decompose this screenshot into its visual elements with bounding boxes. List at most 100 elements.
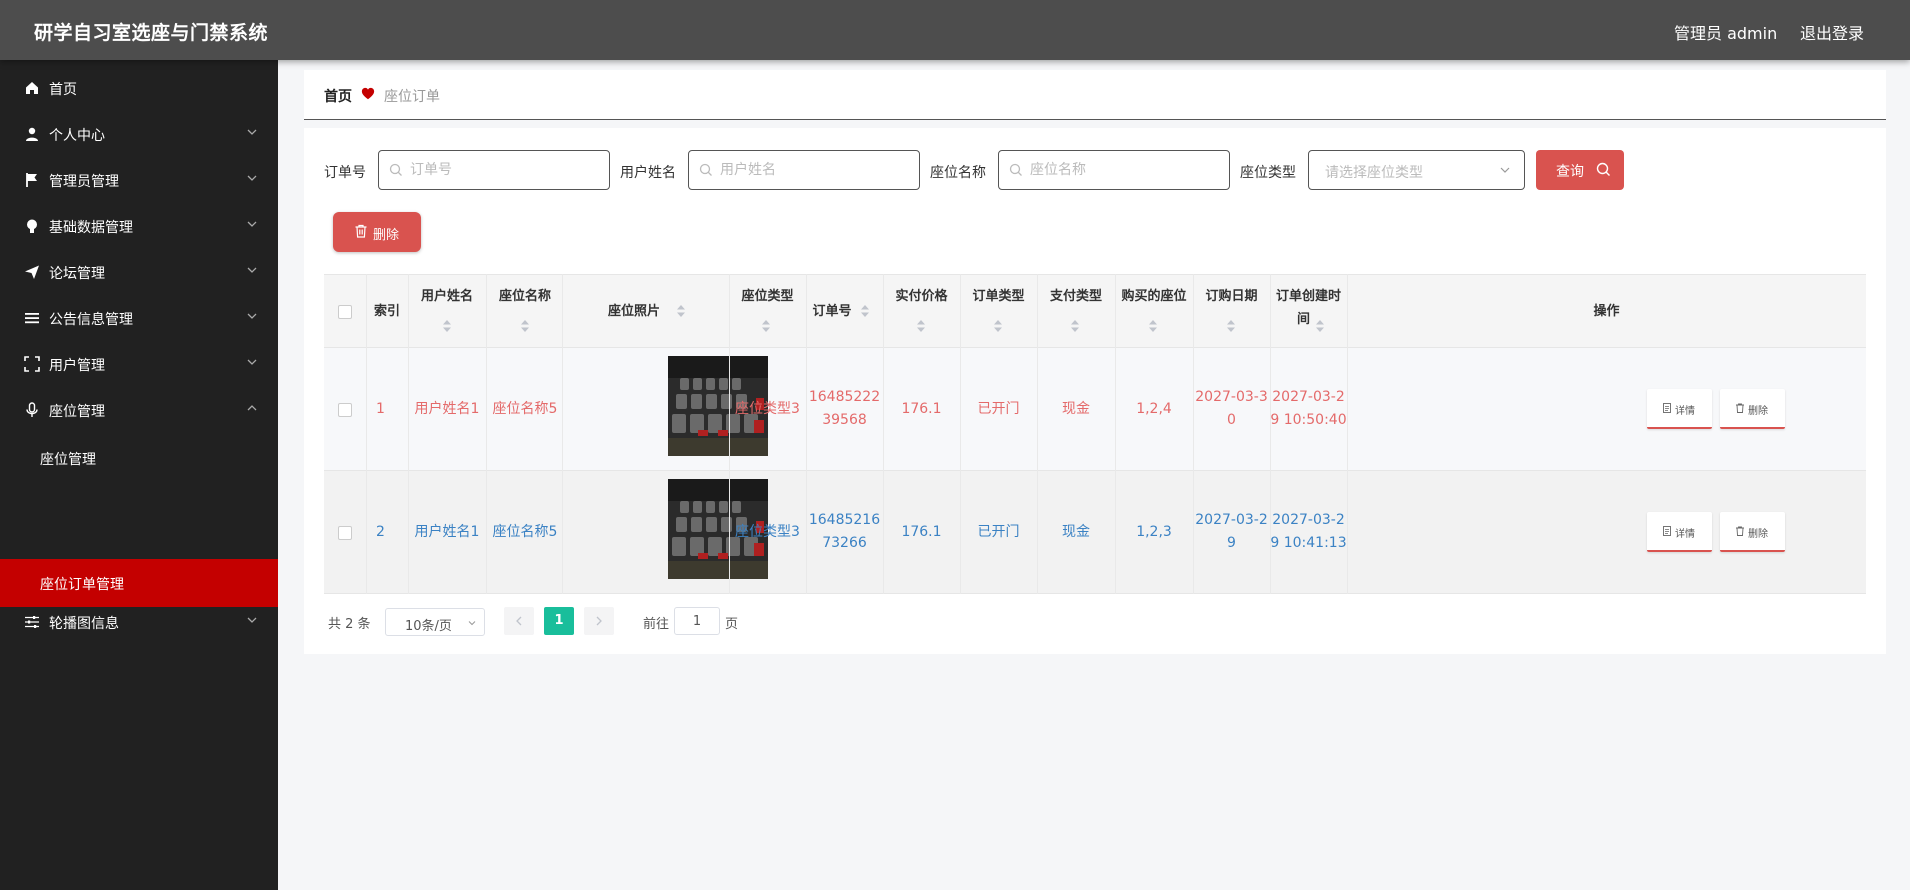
order-no-input[interactable] xyxy=(378,150,610,190)
sort-icon[interactable] xyxy=(860,305,870,317)
cell-order-type: 已开门 xyxy=(977,524,1020,540)
table-header: 索引 用户姓名 座位名称 座位照片 座位类型 订单号 实付价格 订单类型 支付类… xyxy=(324,274,1866,348)
row-checkbox[interactable] xyxy=(338,403,352,417)
goto-page-input[interactable] xyxy=(674,607,720,635)
cell-seat-name: 座位名称5 xyxy=(492,524,558,540)
sidebar-subitem-seat-management[interactable]: 座位管理 xyxy=(0,434,278,482)
delete-label: 删除 xyxy=(373,228,400,243)
cell-price: 176.1 xyxy=(901,524,942,540)
query-label: 查询 xyxy=(1556,164,1584,180)
sort-icon[interactable] xyxy=(1315,320,1325,332)
cell-order-no-a: 16485222 xyxy=(808,389,881,405)
breadcrumb-home[interactable]: 首页 xyxy=(324,86,352,106)
cell-seat-type: 座位类型3 xyxy=(735,524,800,540)
detail-label: 详情 xyxy=(1675,406,1695,417)
sidebar-subitem-label: 座位管理 xyxy=(40,452,96,468)
detail-button[interactable]: 详情 xyxy=(1647,512,1712,552)
heart-icon xyxy=(361,87,375,100)
next-page-button[interactable] xyxy=(584,607,614,635)
sort-icon[interactable] xyxy=(1070,320,1080,332)
pagination-total: 共 2 条 xyxy=(328,617,371,632)
row-delete-label: 删除 xyxy=(1748,529,1768,540)
chevron-down-icon xyxy=(1500,167,1510,173)
page-suffix-label: 页 xyxy=(725,617,739,632)
column-divider xyxy=(960,274,961,594)
sort-icon[interactable] xyxy=(442,320,452,332)
search-icon xyxy=(699,163,712,176)
sidebar: 首页 个人中心 管理员管理 基础数据管理 论坛管理 公告信息管理 用户管理 座位… xyxy=(0,60,278,890)
search-icon xyxy=(389,163,402,176)
sidebar-item-basic-data[interactable]: 基础数据管理 xyxy=(0,208,278,244)
col-created-time-b: 间 xyxy=(1296,312,1310,327)
page-size-select[interactable]: 10条/页 xyxy=(385,608,485,636)
table-row: 2 用户姓名1 座位名称5 座位类型3 16485216 73266 176.1… xyxy=(324,471,1866,594)
mic-icon xyxy=(26,402,38,417)
sort-icon[interactable] xyxy=(520,320,530,332)
select-all-checkbox[interactable] xyxy=(338,305,352,319)
user-name-input[interactable] xyxy=(688,150,920,190)
sidebar-subitem-seat-orders-active[interactable]: 座位订单管理 xyxy=(0,559,278,607)
col-pay-type[interactable]: 支付类型 xyxy=(1037,285,1115,308)
sidebar-item-admin-management[interactable]: 管理员管理 xyxy=(0,162,278,198)
sort-icon[interactable] xyxy=(993,320,1003,332)
column-divider xyxy=(806,274,807,594)
logout-link[interactable]: 退出登录 xyxy=(1800,20,1864,44)
sidebar-item-personal-center[interactable]: 个人中心 xyxy=(0,116,278,152)
cell-created-b: 9 10:50:40 xyxy=(1270,412,1347,428)
col-seat-name[interactable]: 座位名称 xyxy=(486,285,564,308)
cell-pay-type: 现金 xyxy=(1062,524,1090,540)
cell-order-type: 已开门 xyxy=(977,401,1020,417)
sliders-icon xyxy=(25,616,39,628)
cell-order-no-b: 39568 xyxy=(822,412,867,428)
col-actions: 操作 xyxy=(1593,304,1620,319)
column-divider xyxy=(1347,274,1348,594)
column-divider xyxy=(729,274,730,594)
sidebar-item-announcements[interactable]: 公告信息管理 xyxy=(0,300,278,336)
column-divider xyxy=(408,274,409,594)
seat-name-input[interactable] xyxy=(998,150,1230,190)
column-divider xyxy=(1270,274,1271,594)
col-order-no[interactable]: 订单号 xyxy=(806,300,858,323)
sort-icon[interactable] xyxy=(761,320,771,332)
cell-seat-type: 座位类型3 xyxy=(735,401,800,417)
col-seats[interactable]: 购买的座位 xyxy=(1115,285,1193,308)
prev-page-button[interactable] xyxy=(504,607,534,635)
seat-type-select[interactable]: 请选择座位类型 xyxy=(1308,150,1525,190)
chevron-right-icon xyxy=(596,616,602,626)
sidebar-item-forum[interactable]: 论坛管理 xyxy=(0,254,278,290)
sort-icon[interactable] xyxy=(1148,320,1158,332)
chevron-down-icon xyxy=(247,267,257,273)
trash-icon xyxy=(1736,526,1744,536)
sort-icon[interactable] xyxy=(916,320,926,332)
sidebar-item-seat-management[interactable]: 座位管理 xyxy=(0,392,278,428)
cell-order-no-a: 16485216 xyxy=(808,512,881,528)
page-number-label: 1 xyxy=(554,613,564,628)
col-order-date[interactable]: 订购日期 xyxy=(1193,285,1270,308)
detail-button[interactable]: 详情 xyxy=(1647,389,1712,429)
row-delete-button[interactable]: 删除 xyxy=(1720,389,1785,429)
col-created-time-a[interactable]: 订单创建时 xyxy=(1270,285,1347,308)
sidebar-item-label: 座位管理 xyxy=(49,404,105,420)
col-price[interactable]: 实付价格 xyxy=(883,285,960,308)
home-icon xyxy=(26,82,38,94)
admin-user-label: 管理员 admin xyxy=(1674,24,1778,43)
cell-index: 2 xyxy=(376,524,385,540)
sidebar-item-users[interactable]: 用户管理 xyxy=(0,346,278,382)
sort-icon[interactable] xyxy=(1226,320,1236,332)
sidebar-item-home[interactable]: 首页 xyxy=(0,70,278,106)
row-checkbox[interactable] xyxy=(338,526,352,540)
sidebar-item-label: 论坛管理 xyxy=(49,266,105,282)
batch-delete-button[interactable]: 删除 xyxy=(333,212,421,252)
sort-icon[interactable] xyxy=(676,305,686,317)
col-seat-type[interactable]: 座位类型 xyxy=(729,285,806,308)
query-button[interactable]: 查询 xyxy=(1536,150,1624,190)
col-order-type[interactable]: 订单类型 xyxy=(960,285,1037,308)
table-row: 1 用户姓名1 座位名称5 座位类型3 16485222 39568 176.1… xyxy=(324,348,1866,471)
row-delete-button[interactable]: 删除 xyxy=(1720,512,1785,552)
content-panel: 订单号 用户姓名 座位名称 座位类型 请选择座位类型 查询 删除 索引 用户姓名… xyxy=(304,128,1886,654)
col-user-name[interactable]: 用户姓名 xyxy=(408,285,486,308)
page-number-current[interactable]: 1 xyxy=(544,607,574,635)
sidebar-item-carousel[interactable]: 轮播图信息 xyxy=(0,604,278,640)
user-icon xyxy=(26,127,38,141)
cell-order-date-a: 2027-03-2 xyxy=(1195,512,1268,528)
